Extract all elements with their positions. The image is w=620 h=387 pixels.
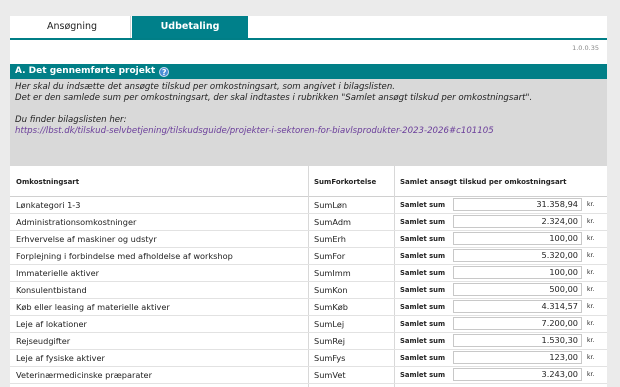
total-label: Samlet sum bbox=[400, 201, 446, 209]
table-row: Veterinærmedicinske præparater SumVet Saml… bbox=[10, 367, 607, 384]
amount-input[interactable]: 7.200,00 bbox=[453, 317, 582, 330]
currency-unit: kr. bbox=[587, 235, 595, 242]
sum-abbreviation: SumRej bbox=[314, 336, 345, 346]
total-label: Samlet sum bbox=[400, 354, 446, 362]
currency-unit: kr. bbox=[587, 320, 595, 327]
amount-input[interactable]: 100,00 bbox=[453, 232, 582, 245]
total-label: Samlet sum bbox=[400, 269, 446, 277]
currency-unit: kr. bbox=[587, 337, 595, 344]
currency-unit: kr. bbox=[587, 286, 595, 293]
section-panel: A. Det gennemførte projekt ? Her skal du… bbox=[10, 64, 607, 166]
total-label: Samlet sum bbox=[400, 371, 446, 379]
amount-input[interactable]: 4.314,57 bbox=[453, 300, 582, 313]
total-label: Samlet sum bbox=[400, 320, 446, 328]
table-row: Forplejning i forbindelse med afholdelse… bbox=[10, 248, 607, 265]
table-row: Leje af lokationer SumLej Samlet sum 7.200,… bbox=[10, 316, 607, 333]
table-row: Lønkategori 1-3 SumLøn Samlet sum 31.358,94… bbox=[10, 197, 607, 214]
header-samlet-tilskud: Samlet ansøgt tilskud per omkostningsart bbox=[400, 178, 567, 186]
cost-type: Erhvervelse af maskiner og udstyr bbox=[16, 234, 157, 244]
total-label: Samlet sum bbox=[400, 337, 446, 345]
amount-input[interactable]: 31.358,94 bbox=[453, 198, 582, 211]
amount-input[interactable]: 1.530,30 bbox=[453, 334, 582, 347]
tab-udbetaling[interactable]: Udbetaling bbox=[132, 16, 248, 38]
currency-unit: kr. bbox=[587, 371, 595, 378]
intro-line-3: Du finder bilagslisten her: bbox=[15, 115, 127, 125]
currency-unit: kr. bbox=[587, 252, 595, 259]
table-row: Leje af fysiske aktiver SumFys Samlet sum 1… bbox=[10, 350, 607, 367]
tab-bar: Ansøgning Udbetaling bbox=[10, 16, 607, 40]
cost-type: Immaterielle aktiver bbox=[16, 268, 99, 278]
section-title: A. Det gennemførte projekt bbox=[15, 66, 156, 76]
sum-abbreviation: SumKøb bbox=[314, 302, 348, 312]
cost-type: Konsulentbistand bbox=[16, 285, 87, 295]
section-header: A. Det gennemførte projekt ? bbox=[10, 64, 607, 79]
total-label: Samlet sum bbox=[400, 218, 446, 226]
section-intro: Her skal du indsætte det ansøgte tilskud… bbox=[10, 79, 607, 137]
sum-abbreviation: SumErh bbox=[314, 234, 346, 244]
sum-abbreviation: SumKon bbox=[314, 285, 348, 295]
sum-abbreviation: SumAdm bbox=[314, 217, 351, 227]
sum-abbreviation: SumLøn bbox=[314, 200, 348, 210]
total-label: Samlet sum bbox=[400, 235, 446, 243]
currency-unit: kr. bbox=[587, 218, 595, 225]
table-row: Erhvervelse af maskiner og udstyr SumErh S… bbox=[10, 231, 607, 248]
cost-type: Leje af fysiske aktiver bbox=[16, 353, 105, 363]
help-icon[interactable]: ? bbox=[159, 66, 170, 77]
cost-type: Forplejning i forbindelse med afholdelse… bbox=[16, 251, 233, 261]
amount-input[interactable]: 100,00 bbox=[453, 266, 582, 279]
amount-input[interactable]: 5.320,00 bbox=[453, 249, 582, 262]
amount-input[interactable]: 3.243,00 bbox=[453, 368, 582, 381]
total-label: Samlet sum bbox=[400, 252, 446, 260]
cost-type: Administrationsomkostninger bbox=[16, 217, 137, 227]
currency-unit: kr. bbox=[587, 303, 595, 310]
total-label: Samlet sum bbox=[400, 303, 446, 311]
amount-input[interactable]: 2.324,00 bbox=[453, 215, 582, 228]
sum-abbreviation: SumFor bbox=[314, 251, 346, 261]
header-sumforkortelse: SumForkortelse bbox=[314, 178, 377, 186]
form-page: Ansøgning Udbetaling 1.0.0.35 A. Det gen… bbox=[10, 16, 607, 387]
sum-abbreviation: SumLej bbox=[314, 319, 345, 329]
table-row: Rejseudgifter SumRej Samlet sum 1.530,30 kr. bbox=[10, 333, 607, 350]
sum-abbreviation: SumVet bbox=[314, 370, 346, 380]
table-row: Immaterielle aktiver SumImm Samlet sum 100,… bbox=[10, 265, 607, 282]
intro-line-1: Her skal du indsætte det ansøgte tilskud… bbox=[15, 82, 395, 92]
amount-input[interactable]: 123,00 bbox=[453, 351, 582, 364]
cost-type: Veterinærmedicinske præparater bbox=[16, 370, 152, 380]
cost-type: Rejseudgifter bbox=[16, 336, 71, 346]
header-omkostningsart: Omkostningsart bbox=[16, 178, 80, 186]
sum-abbreviation: SumFys bbox=[314, 353, 346, 363]
sum-abbreviation: SumImm bbox=[314, 268, 351, 278]
currency-unit: kr. bbox=[587, 269, 595, 276]
amount-input[interactable]: 500,00 bbox=[453, 283, 582, 296]
currency-unit: kr. bbox=[587, 354, 595, 361]
intro-line-2: Det er den samlede sum per omkostningsar… bbox=[15, 93, 533, 103]
table-row: Administrationsomkostninger SumAdm Samlet … bbox=[10, 214, 607, 231]
cost-type: Leje af lokationer bbox=[16, 319, 87, 329]
version-label: 1.0.0.35 bbox=[572, 44, 599, 52]
table-row: Køb eller leasing af materielle aktiver S… bbox=[10, 299, 607, 316]
currency-unit: kr. bbox=[587, 201, 595, 208]
tab-ansoegning[interactable]: Ansøgning bbox=[14, 16, 131, 38]
bilagsliste-link[interactable]: https://lbst.dk/tilskud-selvbetjening/ti… bbox=[15, 126, 494, 136]
table-row: Konsulentbistand SumKon Samlet sum 500,00 kr… bbox=[10, 282, 607, 299]
cost-type: Lønkategori 1-3 bbox=[16, 200, 81, 210]
total-label: Samlet sum bbox=[400, 286, 446, 294]
cost-type: Køb eller leasing af materielle aktiver bbox=[16, 302, 170, 312]
